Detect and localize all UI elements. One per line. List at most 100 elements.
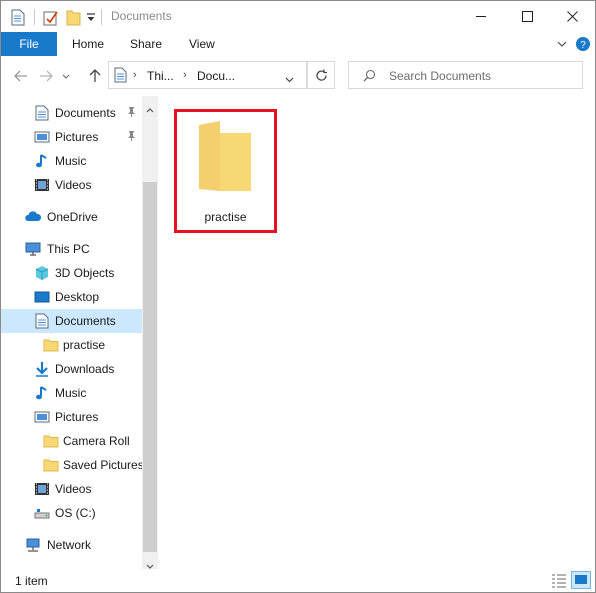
folder-icon [43,433,59,449]
nav-item-music[interactable]: Music [1,381,142,405]
scroll-up-icon[interactable] [146,102,154,116]
nav-item-documents-quick[interactable]: Documents [1,101,142,125]
folder-icon [43,337,59,353]
nav-item-pictures-quick[interactable]: Pictures [1,125,142,149]
status-bar: 1 item [1,569,595,592]
nav-item-os-c[interactable]: OS (C:) [1,501,142,525]
tab-share[interactable]: Share [130,32,162,56]
nav-item-label: Pictures [55,410,99,424]
navigation-pane: Documents Pictures Music Videos OneDrive… [1,96,158,569]
breadcrumb-documents[interactable]: Docu... [197,69,235,83]
documents-icon [114,67,127,86]
scrollbar-thumb[interactable] [143,182,157,552]
nav-item-saved-pictures[interactable]: Saved Pictures [1,453,144,477]
breadcrumb-this-pc[interactable]: Thi... [147,69,174,83]
search-input[interactable]: Search Documents [348,61,583,89]
pictures-icon [34,409,50,425]
pin-icon[interactable] [125,130,141,146]
nav-item-pictures[interactable]: Pictures [1,405,142,429]
nav-item-label: Documents [55,314,116,328]
title-separator [34,9,35,25]
nav-item-desktop[interactable]: Desktop [1,285,142,309]
documents-icon [34,313,50,329]
details-view-icon[interactable] [551,573,567,591]
forward-icon[interactable] [36,66,56,86]
maximize-icon[interactable] [504,1,550,32]
videos-icon [34,177,50,193]
item-count: 1 item [15,574,48,588]
large-icons-view-icon[interactable] [571,571,591,589]
help-icon[interactable]: ? [575,36,591,52]
pin-icon[interactable] [125,106,141,122]
address-bar[interactable]: › Thi... › Docu... [108,61,307,89]
music-icon [34,153,50,169]
nav-item-label: Camera Roll [63,434,130,448]
nav-item-label: Saved Pictures [63,458,144,472]
folder-practise[interactable]: practise [174,109,277,233]
nav-item-label: 3D Objects [55,266,115,280]
nav-item-onedrive[interactable]: OneDrive [1,205,142,229]
title-bar: Documents [1,1,595,32]
tab-home[interactable]: Home [72,32,104,56]
nav-item-videos-quick[interactable]: Videos [1,173,142,197]
search-placeholder: Search Documents [389,69,492,83]
breadcrumb-separator-icon: › [133,69,137,81]
nav-item-label: Music [55,154,87,168]
nav-item-label: Music [55,386,87,400]
downloads-icon [34,361,50,377]
nav-item-label: OneDrive [47,210,98,224]
address-row: › Thi... › Docu... Search Documents [1,56,595,96]
minimize-icon[interactable] [458,1,504,32]
nav-item-label: OS (C:) [55,506,96,520]
folder-name: practise [204,210,247,224]
address-history-icon[interactable] [285,72,294,86]
nav-item-documents[interactable]: Documents [1,309,142,333]
breadcrumb-separator-icon: › [183,69,187,81]
drive-icon [34,505,50,521]
nav-item-label: Pictures [55,130,99,144]
window-title: Documents [111,9,172,23]
file-list: practise [158,96,595,569]
nav-item-label: Desktop [55,290,100,304]
network-icon [25,537,41,553]
nav-item-downloads[interactable]: Downloads [1,357,142,381]
documents-icon [34,105,50,121]
search-icon [363,69,376,85]
nav-item-camera-roll[interactable]: Camera Roll [1,429,142,453]
properties-icon[interactable] [42,8,60,26]
svg-text:?: ? [580,40,586,51]
desktop-icon [34,289,50,305]
expand-ribbon-icon[interactable] [554,36,570,52]
nav-item-music-quick[interactable]: Music [1,149,142,173]
nav-item-practise[interactable]: practise [1,333,142,357]
recent-locations-icon[interactable] [60,66,72,86]
new-folder-icon[interactable] [65,8,81,26]
customize-quick-access-icon[interactable] [85,8,97,26]
nav-scrollbar[interactable] [142,96,158,569]
nav-item-this-pc[interactable]: This PC [1,237,142,261]
this-pc-icon [25,241,41,257]
nav-item-3d-objects[interactable]: 3D Objects [1,261,142,285]
refresh-icon[interactable] [307,61,335,89]
pictures-icon [34,129,50,145]
up-icon[interactable] [85,66,105,86]
ribbon: File Home Share View ? [1,32,595,56]
3d-objects-icon [34,265,50,281]
tab-view[interactable]: View [189,32,215,56]
music-icon [34,385,50,401]
nav-item-network[interactable]: Network [1,533,142,557]
nav-item-label: Videos [55,482,92,496]
back-icon[interactable] [11,66,31,86]
folder-icon [43,457,59,473]
onedrive-icon [25,209,42,225]
title-separator [101,9,102,25]
documents-icon[interactable] [10,8,26,26]
nav-item-label: practise [63,338,106,352]
close-icon[interactable] [549,1,595,32]
file-explorer-window: Documents File Home Share View ? › Thi..… [0,0,596,593]
tab-file[interactable]: File [1,32,57,56]
nav-item-videos[interactable]: Videos [1,477,142,501]
scroll-down-icon[interactable] [146,558,154,569]
videos-icon [34,481,50,497]
nav-item-label: Network [47,538,92,552]
